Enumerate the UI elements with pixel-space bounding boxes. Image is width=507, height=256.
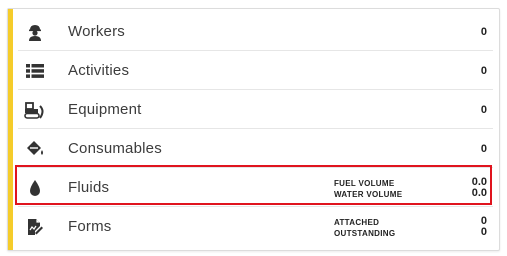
outstanding-value: 0 xyxy=(480,226,487,238)
row-label: Activities xyxy=(68,62,130,79)
form-edit-icon xyxy=(23,217,47,237)
row-label: Consumables xyxy=(68,140,162,157)
summary-card: Workers 0 Activities 0 Equipment 0 Consu… xyxy=(7,8,500,251)
row-count: 0 xyxy=(480,65,487,77)
row-equipment[interactable]: Equipment 0 xyxy=(18,91,493,129)
row-count: 0 xyxy=(480,26,487,38)
form-sublabels: ATTACHED OUTSTANDING xyxy=(334,217,395,239)
row-forms[interactable]: Forms ATTACHED OUTSTANDING 0 0 xyxy=(18,208,493,246)
list-icon xyxy=(23,61,47,81)
fluid-values: 0.0 0.0 xyxy=(472,177,487,199)
row-workers[interactable]: Workers 0 xyxy=(18,13,493,51)
row-label: Equipment xyxy=(68,101,142,118)
fluid-sublabels: FUEL VOLUME WATER VOLUME xyxy=(334,178,402,200)
droplet-icon xyxy=(23,178,47,198)
row-consumables[interactable]: Consumables 0 xyxy=(18,130,493,168)
form-values: 0 0 xyxy=(481,216,487,238)
outstanding-label: OUTSTANDING xyxy=(334,229,396,238)
accent-bar xyxy=(8,9,13,250)
attached-label: ATTACHED xyxy=(334,218,380,227)
row-activities[interactable]: Activities 0 xyxy=(18,52,493,90)
paint-bucket-icon xyxy=(23,139,47,159)
row-label: Forms xyxy=(68,218,112,235)
row-label: Workers xyxy=(68,23,125,40)
fuel-volume-label: FUEL VOLUME xyxy=(334,179,395,188)
water-volume-value: 0.0 xyxy=(471,187,487,199)
row-count: 0 xyxy=(480,143,487,155)
worker-icon xyxy=(23,22,47,42)
water-volume-label: WATER VOLUME xyxy=(334,190,403,199)
row-fluids[interactable]: Fluids FUEL VOLUME WATER VOLUME 0.0 0.0 xyxy=(18,169,493,207)
row-label: Fluids xyxy=(68,179,110,196)
row-count: 0 xyxy=(480,104,487,116)
bulldozer-icon xyxy=(23,100,47,120)
